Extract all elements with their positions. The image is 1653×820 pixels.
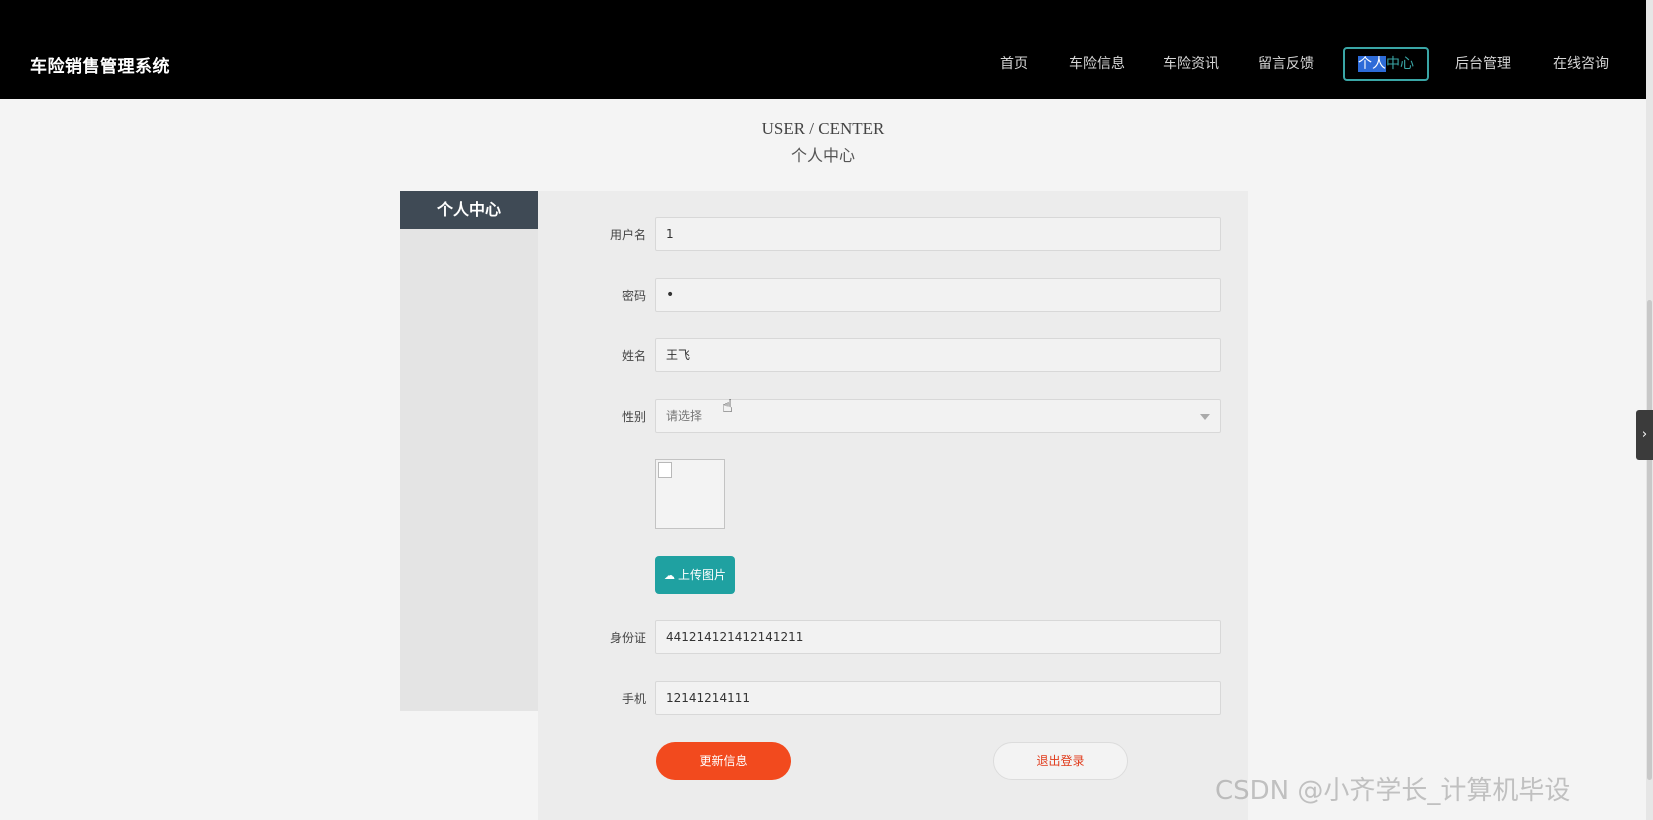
password-label: 密码 <box>621 289 646 303</box>
nav-user-center-rest: 中心 <box>1386 56 1414 72</box>
nav-feedback[interactable]: 留言反馈 <box>1255 47 1317 81</box>
side-menu: 个人中心 <box>400 191 538 711</box>
nav-admin[interactable]: 后台管理 <box>1452 47 1514 81</box>
name-label: 姓名 <box>621 349 646 363</box>
side-toggle-button[interactable]: › <box>1636 410 1653 460</box>
gender-label: 性别 <box>621 410 646 424</box>
nav-home[interactable]: 首页 <box>993 47 1035 81</box>
avatar-image <box>655 459 725 529</box>
chevron-down-icon <box>1200 414 1210 420</box>
upload-image-button[interactable]: ☁ 上传图片 <box>655 556 735 594</box>
phone-input[interactable]: 12141214111 <box>655 681 1221 715</box>
phone-label: 手机 <box>621 692 646 706</box>
gender-row: 性别 请选择 <box>538 399 1248 435</box>
gender-select-placeholder: 请选择 <box>666 409 703 423</box>
name-input[interactable]: 王飞 <box>655 338 1221 372</box>
page-title-en: USER / CENTER <box>761 119 885 138</box>
password-row: 密码 • <box>538 278 1248 314</box>
cloud-upload-icon: ☁ <box>663 569 675 582</box>
logout-button[interactable]: 退出登录 <box>993 742 1128 780</box>
nav-insurance-info[interactable]: 车险信息 <box>1066 47 1128 81</box>
hand-pointer-icon: ☝ <box>722 396 733 417</box>
top-navbar: 车险销售管理系统 首页 车险信息 车险资讯 留言反馈 个人中心 后台管理 在线咨… <box>0 0 1646 99</box>
broken-image-icon <box>658 462 672 478</box>
side-menu-header[interactable]: 个人中心 <box>400 191 538 229</box>
update-info-button[interactable]: 更新信息 <box>656 742 791 780</box>
id-card-row: 身份证 441214121412141211 <box>538 620 1248 656</box>
chevron-right-icon: › <box>1641 427 1648 442</box>
username-label: 用户名 <box>609 228 646 242</box>
main-nav: 首页 车险信息 车险资讯 留言反馈 个人中心 后台管理 在线咨询 <box>0 47 1646 83</box>
id-card-input[interactable]: 441214121412141211 <box>655 620 1221 654</box>
profile-form: 用户名 1 密码 • 姓名 王飞 性别 请选择 ☁ 上传图片 身份证 441214… <box>538 191 1248 820</box>
password-input[interactable]: • <box>655 278 1221 312</box>
scrollbar-thumb[interactable] <box>1647 300 1652 780</box>
upload-image-label: 上传图片 <box>677 568 726 582</box>
name-row: 姓名 王飞 <box>538 338 1248 374</box>
gender-select[interactable]: 请选择 <box>655 399 1221 433</box>
watermark: CSDN @小齐学长_计算机毕设 <box>1215 776 1571 806</box>
nav-user-center[interactable]: 个人中心 <box>1343 47 1429 81</box>
username-input[interactable]: 1 <box>655 217 1221 251</box>
page-title-cn: 个人中心 <box>790 146 855 165</box>
id-card-label: 身份证 <box>609 631 646 645</box>
phone-row: 手机 12141214111 <box>538 681 1248 717</box>
nav-insurance-news[interactable]: 车险资讯 <box>1160 47 1222 81</box>
nav-online-consult[interactable]: 在线咨询 <box>1550 47 1612 81</box>
username-row: 用户名 1 <box>538 217 1248 253</box>
nav-user-center-highlight: 个人 <box>1358 56 1386 72</box>
